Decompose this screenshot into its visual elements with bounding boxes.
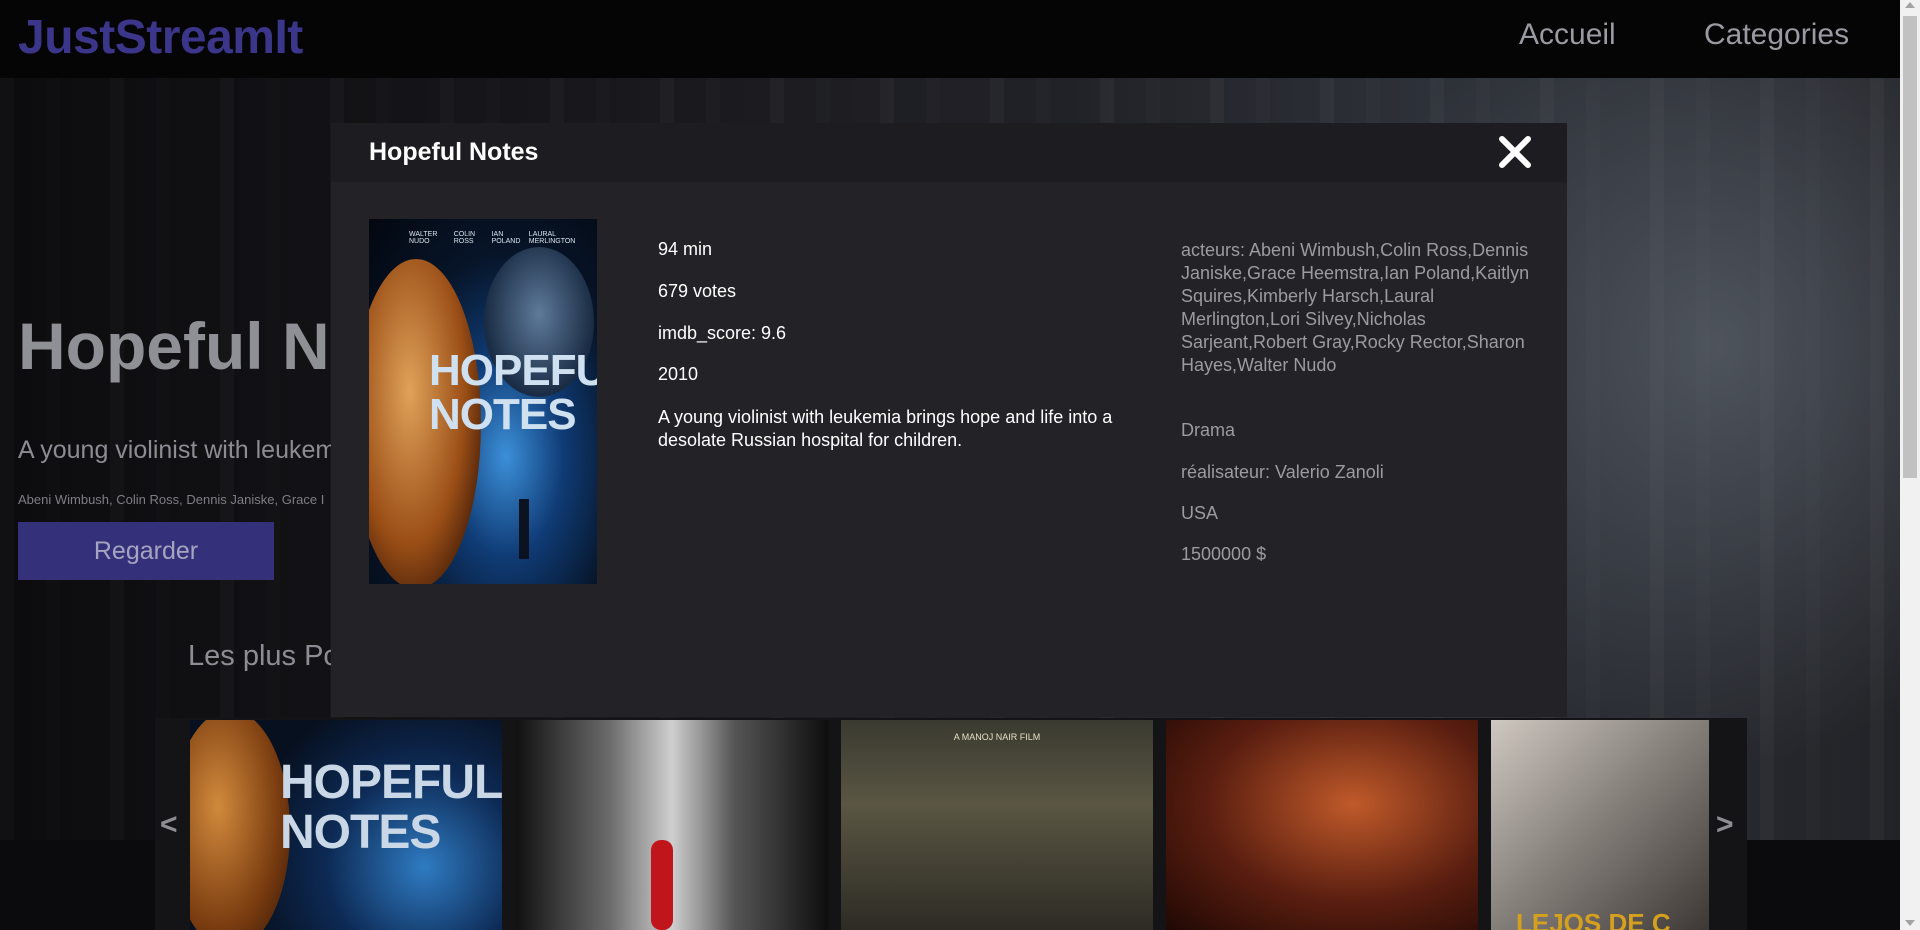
scroll-up-icon[interactable] <box>1905 2 1915 8</box>
thumbnail-title: HOPEFUL NOTES <box>280 756 502 859</box>
hero-cast: Abeni Wimbush, Colin Ross, Dennis Janisk… <box>18 492 325 507</box>
movie-country: USA <box>1181 503 1219 523</box>
movie-duration: 94 min <box>658 239 713 259</box>
movie-thumbnail[interactable]: A MANOJ NAIR FILM <box>841 720 1153 930</box>
nav-home-link[interactable]: Accueil <box>1519 18 1616 52</box>
movie-imdb-score: imdb_score: 9.6 <box>658 323 787 343</box>
hero-description: A young violinist with leukem <box>18 436 337 464</box>
modal-header: Hopeful Notes <box>331 123 1567 182</box>
poster-title: HOPEFUL NOTES <box>429 346 597 439</box>
violinist-silhouette <box>519 499 529 559</box>
carousel-next-button[interactable]: > <box>1716 808 1734 842</box>
movie-votes: 679 votes <box>658 281 737 301</box>
movie-year: 2010 <box>658 364 699 384</box>
movie-description: A young violinist with leukemia brings h… <box>658 407 1113 450</box>
hero-title: Hopeful No <box>18 309 370 383</box>
movie-thumbnail[interactable]: LEJOS DE C <box>1491 720 1709 930</box>
movie-actors: acteurs: Abeni Wimbush,Colin Ross,Dennis… <box>1181 240 1530 375</box>
movie-thumbnail[interactable] <box>1166 720 1478 930</box>
poster-cast-names: WALTER NUDO COLIN ROSS IAN POLAND LAURAL… <box>409 231 576 245</box>
poster-caption: A MANOJ NAIR FILM <box>953 732 1041 742</box>
scrollbar-thumb[interactable] <box>1903 16 1917 478</box>
poster-detail <box>651 840 673 930</box>
nav-categories-link[interactable]: Categories <box>1704 18 1849 52</box>
section-title: Les plus Po <box>188 640 340 672</box>
close-icon[interactable] <box>1496 133 1534 171</box>
carousel-prev-button[interactable]: < <box>160 808 178 842</box>
violin-image <box>190 720 290 930</box>
movie-budget: 1500000 $ <box>1181 544 1267 564</box>
movie-director: réalisateur: Valerio Zanoli <box>1181 462 1384 482</box>
movie-thumbnail[interactable]: HOPEFUL NOTES <box>190 720 502 930</box>
site-logo[interactable]: JustStreamIt <box>18 10 303 65</box>
movie-genre: Drama <box>1181 420 1236 440</box>
movie-thumbnail[interactable] <box>516 720 828 930</box>
watch-button[interactable]: Regarder <box>18 522 274 580</box>
scroll-down-icon[interactable] <box>1905 920 1915 926</box>
poster-caption: LEJOS DE C <box>1516 908 1671 930</box>
movie-poster: WALTER NUDO COLIN ROSS IAN POLAND LAURAL… <box>369 219 597 584</box>
movie-modal: Hopeful Notes WALTER NUDO COLIN ROSS IAN… <box>331 123 1567 717</box>
modal-title: Hopeful Notes <box>369 138 539 166</box>
site-header: JustStreamIt Accueil Categories <box>0 0 1900 78</box>
